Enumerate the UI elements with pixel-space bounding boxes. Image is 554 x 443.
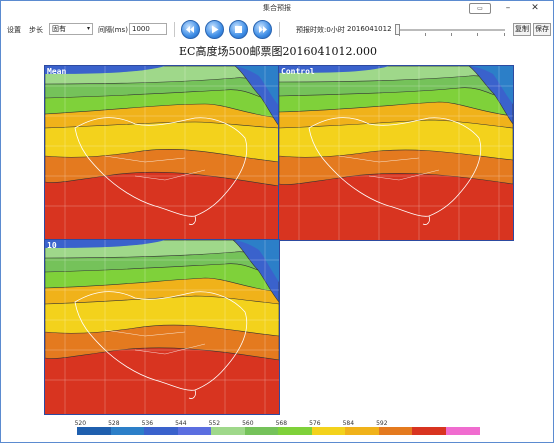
colorbar-swatch [244, 427, 279, 435]
colorbar-label: 552 [208, 420, 221, 427]
fast-forward-icon [259, 26, 267, 33]
slider-tick [477, 33, 478, 36]
colorbar-swatch [77, 427, 111, 435]
restore-button[interactable]: ▭ [469, 3, 491, 14]
colorbar-label: 536 [141, 420, 154, 427]
toolbar: 设置 步长 固有 ▾ 间隔(ms) 1000 预报时效:0小时 20160410… [1, 19, 553, 41]
forecast-hour-label: 预报时效:0小时 [296, 26, 345, 34]
geopotential-map [45, 240, 279, 414]
colorbar-label: 568 [275, 420, 288, 427]
colorbar-label: 528 [108, 420, 120, 427]
step-select[interactable]: 固有 ▾ [49, 23, 93, 35]
geopotential-map [279, 66, 513, 240]
app-window: 集合预报 ▭ – ✕ 设置 步长 固有 ▾ 间隔(ms) 1000 预报时效:0… [0, 0, 554, 443]
chevron-down-icon: ▾ [86, 25, 90, 32]
play-button[interactable] [205, 20, 224, 39]
slider-tick [399, 33, 400, 36]
colorbar-label: 576 [309, 420, 321, 427]
colorbar-swatch [110, 427, 145, 435]
step-label: 步长 [29, 26, 43, 34]
colorbar-swatch [311, 427, 346, 435]
colorbar-swatch [278, 427, 312, 435]
toolbar-divider [279, 22, 280, 37]
colorbar-label: 520 [74, 420, 87, 427]
step-value: 固有 [52, 25, 66, 33]
colorbar-swatch [445, 427, 480, 435]
settings-menu[interactable]: 设置 [7, 25, 21, 35]
fast-forward-button[interactable] [253, 20, 272, 39]
slider-tick [451, 33, 452, 36]
rewind-icon [186, 26, 194, 33]
map-panel-member-10[interactable]: 10 [44, 239, 280, 415]
play-icon [212, 25, 219, 34]
minimize-icon[interactable]: – [501, 3, 515, 14]
save-button[interactable]: 保存 [533, 23, 551, 36]
close-icon[interactable]: ✕ [527, 3, 543, 14]
colorbar-swatch [345, 427, 379, 435]
colorbar-swatch [412, 427, 446, 435]
toolbar-divider [174, 22, 175, 37]
time-slider-track[interactable] [399, 29, 505, 31]
map-panel-mean[interactable]: Mean [44, 65, 280, 241]
slider-tick [425, 33, 426, 36]
colorbar-label: 584 [342, 420, 355, 427]
colorbar-swatch [378, 427, 413, 435]
copy-button[interactable]: 复制 [513, 23, 531, 36]
colorbar-swatch [177, 427, 212, 435]
rewind-button[interactable] [181, 20, 200, 39]
colorbar-swatch [144, 427, 178, 435]
stop-button[interactable] [229, 20, 248, 39]
colorbar [77, 427, 480, 435]
stop-icon [235, 26, 242, 33]
map-panel-control[interactable]: Control [278, 65, 514, 241]
date-label: 2016041012 [347, 25, 392, 33]
interval-input[interactable]: 1000 [129, 23, 167, 35]
panel-label: Mean [47, 67, 67, 76]
colorbar-label: 544 [175, 420, 187, 427]
panel-label: 10 [47, 241, 57, 250]
panel-label: Control [281, 67, 315, 76]
page-title: EC高度场500邮票图2016041012.000 [179, 45, 377, 58]
title-bar: 集合预报 ▭ – ✕ [1, 1, 553, 17]
geopotential-map [45, 66, 279, 240]
slider-tick [504, 33, 505, 36]
colorbar-swatch [211, 427, 245, 435]
colorbar-label: 592 [376, 420, 388, 427]
colorbar-label: 560 [242, 420, 254, 427]
interval-label: 间隔(ms) [98, 26, 128, 34]
